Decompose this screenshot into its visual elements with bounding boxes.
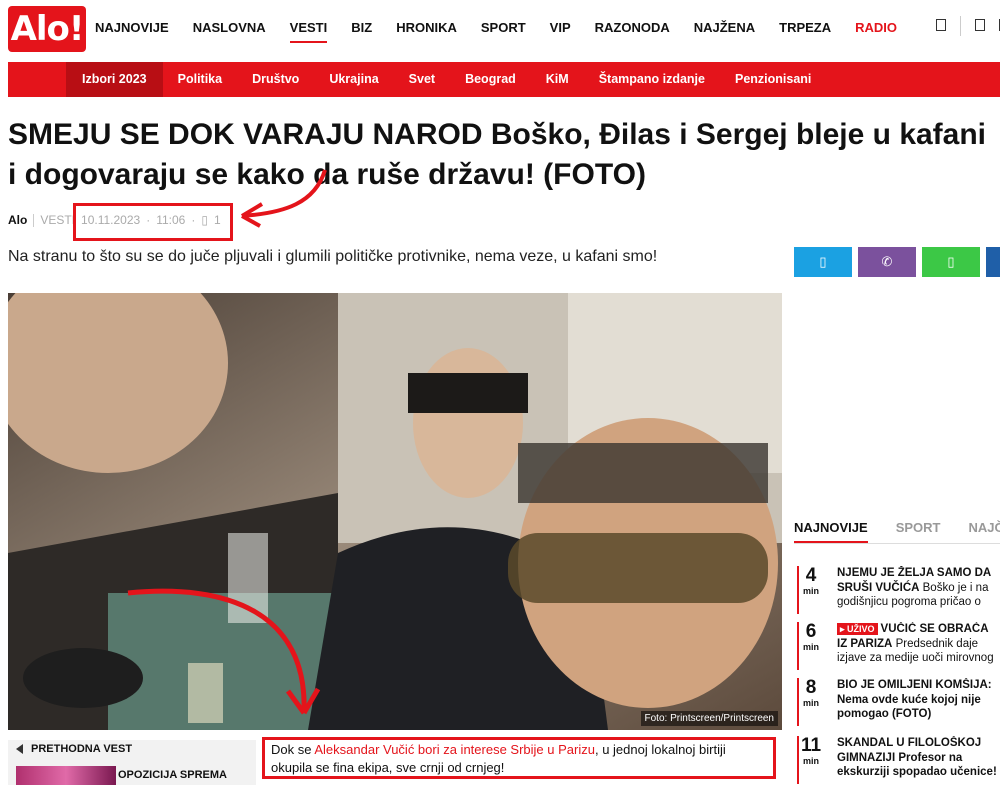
article-author[interactable]: Alo bbox=[8, 213, 27, 227]
header-icons bbox=[936, 16, 1000, 36]
divider bbox=[960, 16, 961, 36]
article-title: SMEJU SE DOK VARAJU NAROD Boško, Đilas i… bbox=[8, 118, 987, 191]
subnav-item[interactable]: Štampano izdanje bbox=[584, 62, 720, 97]
twitter-icon[interactable]: ▯ bbox=[794, 247, 852, 277]
article-section[interactable]: VESTI bbox=[40, 213, 75, 227]
divider bbox=[794, 543, 1000, 544]
nav-item-sport[interactable]: SPORT bbox=[481, 20, 526, 43]
whatsapp-icon[interactable]: ▯ bbox=[922, 247, 980, 277]
subnav-item[interactable]: Penzionisani bbox=[720, 62, 826, 97]
facebook-icon[interactable] bbox=[986, 247, 1000, 277]
viber-icon[interactable]: ✆ bbox=[858, 247, 916, 277]
prev-label-text: PRETHODNA VEST bbox=[31, 743, 133, 755]
site-logo[interactable]: Alo! bbox=[8, 6, 86, 52]
sidebar-tab[interactable]: SPORT bbox=[896, 520, 941, 544]
sidebar-tab[interactable]: NAJČ bbox=[969, 520, 1000, 544]
prev-title[interactable]: OPOZICIJA SPREMA bbox=[118, 769, 227, 781]
previous-article[interactable]: PRETHODNA VEST OPOZICIJA SPREMA bbox=[8, 740, 256, 785]
sub-nav: Izbori 2023 Politika Društvo Ukrajina Svet Be… bbox=[8, 62, 1000, 97]
news-time: 6 min bbox=[794, 621, 828, 653]
sidebar-tabs: NAJNOVIJE SPORT NAJČ bbox=[794, 520, 1000, 544]
news-item[interactable]: 4 min NJEMU JE ŽELJA SAMO DA SRUŠI VUČIĆA … bbox=[794, 566, 1000, 618]
nav-item-najnovije[interactable]: NAJNOVIJE bbox=[95, 20, 169, 43]
subnav-item[interactable]: Ukrajina bbox=[314, 62, 393, 97]
news-minutes: 4 bbox=[805, 565, 817, 586]
nav-item-naslovna[interactable]: NASLOVNA bbox=[193, 20, 266, 43]
prev-label: PRETHODNA VEST bbox=[8, 740, 256, 758]
user-icon[interactable] bbox=[975, 19, 985, 31]
news-title[interactable]: NJEMU JE ŽELJA SAMO DA SRUŠI VUČIĆA Bošk… bbox=[837, 566, 1000, 610]
subnav-item[interactable]: Beograd bbox=[450, 62, 531, 97]
share-buttons: ▯ ✆ ▯ bbox=[794, 247, 1000, 277]
news-time: 8 min bbox=[794, 677, 828, 709]
news-time: 11 min bbox=[794, 735, 828, 767]
main-nav: NAJNOVIJE NASLOVNA VESTI BIZ HRONIKA SPORT VIP… bbox=[95, 20, 921, 43]
nav-item-razonoda[interactable]: RAZONODA bbox=[595, 20, 670, 43]
annotation-box bbox=[73, 203, 233, 241]
nav-item-hronika[interactable]: HRONIKA bbox=[396, 20, 457, 43]
search-icon[interactable] bbox=[936, 19, 946, 31]
nav-item-najžena[interactable]: NAJŽENA bbox=[694, 20, 755, 43]
article-lead: Na stranu to što su se do juče pljuvali … bbox=[8, 248, 658, 265]
nav-item-biz[interactable]: BIZ bbox=[351, 20, 372, 43]
news-time: 4 min bbox=[794, 565, 828, 597]
chevron-left-icon bbox=[16, 744, 23, 754]
news-minutes-unit: min bbox=[802, 756, 819, 766]
divider bbox=[33, 213, 35, 227]
photo-caption: Dok se Aleksandar Vučić bori za interese… bbox=[262, 737, 776, 779]
article-photo[interactable]: Foto: Printscreen/Printscreen bbox=[8, 293, 782, 730]
news-minutes: 6 bbox=[805, 621, 817, 642]
annotation-arrow bbox=[127, 588, 321, 715]
news-minutes-unit: min bbox=[802, 642, 819, 652]
news-minutes-unit: min bbox=[802, 586, 819, 596]
subnav-item[interactable]: Politika bbox=[163, 62, 237, 97]
live-badge: ▸ UŽIVO bbox=[837, 623, 878, 635]
news-item[interactable]: 11 min SKANDAL U FILOLOŠKOJ GIMNAZIJI Prof… bbox=[794, 736, 1000, 785]
news-item[interactable]: 6 min ▸ UŽIVO VUČIĆ SE OBRAĆA IZ PARIZA Pre… bbox=[794, 622, 1000, 674]
subnav-item[interactable]: Izbori 2023 bbox=[66, 62, 163, 97]
news-title[interactable]: BIO JE OMILJENI KOMŠIJA: Nema ovde kuće … bbox=[837, 678, 1000, 722]
news-title[interactable]: SKANDAL U FILOLOŠKOJ GIMNAZIJI Profesor … bbox=[837, 736, 1000, 780]
news-minutes: 11 bbox=[800, 735, 822, 756]
news-minutes-unit: min bbox=[802, 698, 819, 708]
caption-link[interactable]: Aleksandar Vučić bori za interese Srbije… bbox=[314, 742, 595, 757]
subnav-item[interactable]: Društvo bbox=[237, 62, 314, 97]
nav-item-vip[interactable]: VIP bbox=[550, 20, 571, 43]
news-headline[interactable]: BIO JE OMILJENI KOMŠIJA: Nema ovde kuće … bbox=[837, 679, 992, 720]
sidebar-tab[interactable]: NAJNOVIJE bbox=[794, 520, 868, 544]
nav-item-trpeza[interactable]: TRPEZA bbox=[779, 20, 831, 43]
annotation-arrow bbox=[240, 169, 327, 228]
subnav-item[interactable]: KiM bbox=[531, 62, 584, 97]
nav-item-radio[interactable]: RADIO bbox=[855, 20, 897, 43]
top-header: Alo! NAJNOVIJE NASLOVNA VESTI BIZ HRONIKA SPO… bbox=[0, 0, 1000, 58]
news-item[interactable]: 8 min BIO JE OMILJENI KOMŠIJA: Nema ovde k… bbox=[794, 678, 1000, 730]
caption-text: Dok se bbox=[271, 742, 315, 757]
nav-item-vesti[interactable]: VESTI bbox=[289, 20, 328, 43]
news-headline[interactable]: SKANDAL U FILOLOŠKOJ GIMNAZIJI Profesor … bbox=[837, 737, 997, 778]
subnav-item[interactable]: Svet bbox=[394, 62, 450, 97]
news-minutes: 8 bbox=[805, 677, 817, 698]
news-title[interactable]: ▸ UŽIVO VUČIĆ SE OBRAĆA IZ PARIZA Predsed… bbox=[837, 622, 1000, 666]
prev-thumbnail[interactable] bbox=[16, 766, 116, 785]
photo-credit: Foto: Printscreen/Printscreen bbox=[640, 711, 778, 726]
